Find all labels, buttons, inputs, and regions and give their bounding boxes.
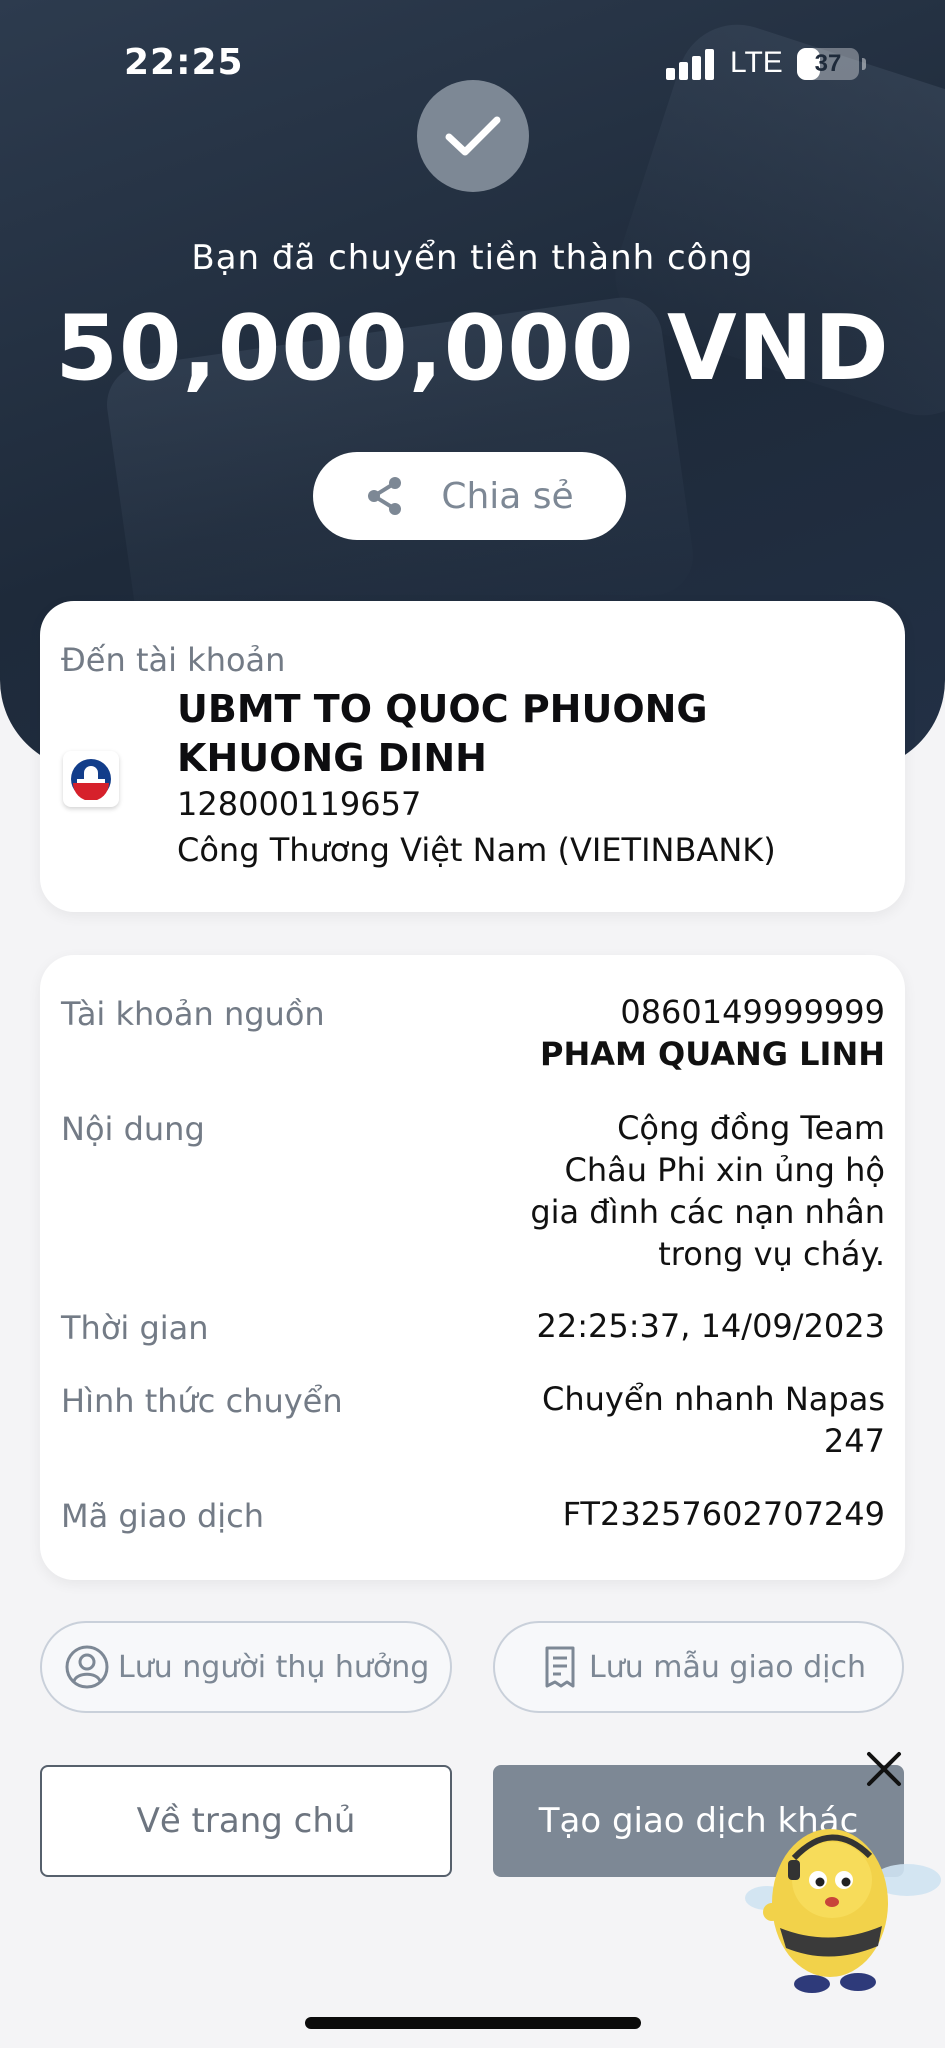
content-line: gia đình các nạn nhân [530,1193,885,1231]
bee-mascot-icon[interactable] [742,1808,942,1998]
content-line: Châu Phi xin ủng hộ [564,1151,885,1189]
recipient-section-label: Đến tài khoản [61,641,286,679]
recipient-card: Đến tài khoản UBMT TO QUOC PHUONG KHUONG… [40,601,905,912]
content-line: Cộng đồng Team [617,1109,885,1147]
signal-icon [666,48,716,80]
method-label: Hình thức chuyển [61,1382,343,1420]
status-time: 22:25 [124,42,244,83]
network-type: LTE [730,46,783,79]
transaction-details-card: Tài khoản nguồn 0860149999999 PHAM QUANG… [40,955,905,1580]
time-label: Thời gian [61,1309,209,1347]
transfer-method: Chuyển nhanh Napas 247 [542,1378,885,1462]
transfer-amount: 50,000,000 VND [55,296,890,401]
battery-icon: 37 [797,48,859,80]
share-button[interactable]: Chia sẻ [313,452,626,540]
vietinbank-logo-icon [63,751,119,807]
user-icon [65,1645,109,1689]
transaction-id: FT23257602707249 [562,1495,885,1533]
recipient-bank-name: Công Thương Việt Nam (VIETINBANK) [177,831,776,869]
source-account-name: PHAM QUANG LINH [540,1035,885,1073]
battery-percent: 37 [814,50,842,77]
recipient-account-number: 128000119657 [177,785,422,823]
close-icon[interactable] [864,1749,904,1789]
save-template-label: Lưu mẫu giao dịch [589,1649,866,1685]
success-message: Bạn đã chuyển tiền thành công [191,238,754,278]
source-account-number: 0860149999999 [620,993,885,1031]
share-label: Chia sẻ [441,475,574,517]
transaction-id-label: Mã giao dịch [61,1497,265,1535]
source-account-label: Tài khoản nguồn [61,995,325,1033]
home-button[interactable]: Về trang chủ [40,1765,452,1877]
save-beneficiary-button[interactable]: Lưu người thụ hưởng [40,1621,452,1713]
recipient-name: UBMT TO QUOC PHUONG KHUONG DINH [177,687,708,780]
check-icon [417,80,529,192]
battery-cap [862,58,866,70]
method-line: Chuyển nhanh Napas [541,1380,885,1418]
save-beneficiary-label: Lưu người thụ hưởng [118,1649,430,1685]
content-line: trong vụ cháy. [658,1235,885,1273]
receipt-icon [545,1646,575,1688]
transaction-time: 22:25:37, 14/09/2023 [536,1307,886,1345]
share-icon [368,477,402,515]
save-template-button[interactable]: Lưu mẫu giao dịch [493,1621,904,1713]
home-indicator [305,2017,641,2029]
content-label: Nội dung [61,1110,205,1148]
transfer-content: Cộng đồng Team Châu Phi xin ủng hộ gia đ… [530,1107,885,1275]
method-line: 247 [823,1422,885,1460]
